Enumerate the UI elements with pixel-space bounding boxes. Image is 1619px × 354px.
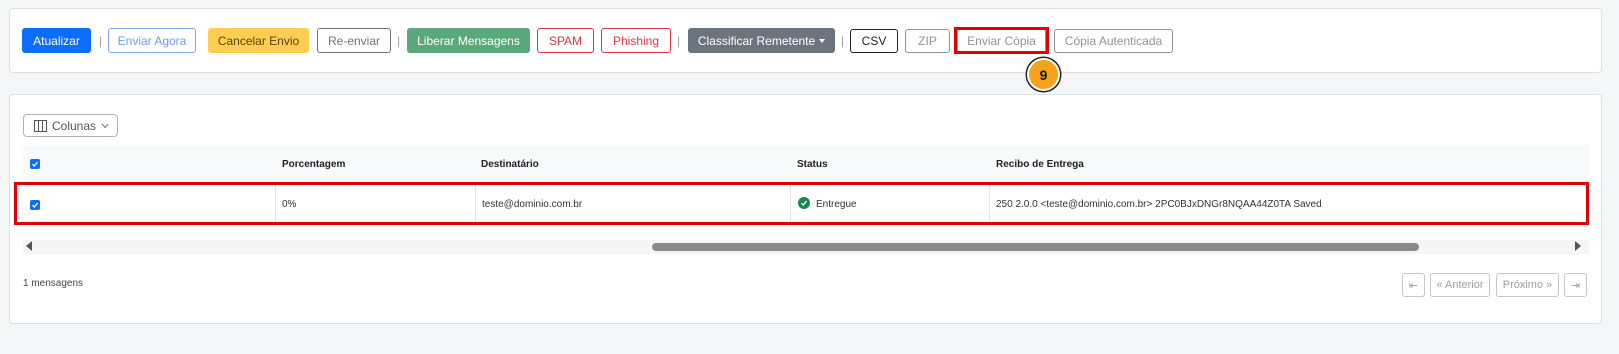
scroll-left-icon[interactable] (26, 241, 32, 251)
table-row[interactable]: 0% teste@dominio.com.br Entregue 250 2.0… (23, 185, 1589, 225)
next-page-button[interactable]: Próximo » (1496, 273, 1559, 297)
message-count: 1 mensagens (23, 278, 84, 289)
copia-autenticada-button[interactable]: Cópia Autenticada (1054, 29, 1173, 53)
select-all-checkbox[interactable] (30, 159, 40, 169)
separator: | (99, 34, 103, 48)
phishing-button[interactable]: Phishing (601, 28, 671, 53)
check-icon (32, 202, 39, 208)
column-divider (275, 185, 276, 225)
header-destinatario[interactable]: Destinatário (481, 159, 539, 170)
row-checkbox[interactable] (30, 200, 40, 210)
separator: | (677, 34, 681, 48)
columns-label: Colunas (52, 118, 97, 133)
header-status[interactable]: Status (797, 159, 828, 170)
cancelar-envio-button[interactable]: Cancelar Envio (208, 28, 309, 53)
re-enviar-button[interactable]: Re-enviar (317, 28, 391, 53)
step-number-badge: 9 (1027, 58, 1060, 91)
liberar-mensagens-button[interactable]: Liberar Mensagens (407, 28, 530, 53)
spam-button[interactable]: SPAM (537, 28, 594, 53)
column-divider (989, 185, 990, 225)
previous-page-button[interactable]: « Anterior (1430, 273, 1490, 297)
cell-porcentagem: 0% (282, 199, 297, 210)
table-header: Porcentagem Destinatário Status Recibo d… (23, 145, 1589, 183)
column-divider (475, 185, 476, 225)
status-ok-icon (798, 197, 810, 209)
cell-recibo: 250 2.0.0 <teste@dominio.com.br> 2PC0BJx… (996, 199, 1322, 210)
columns-icon (34, 119, 47, 132)
enviar-copia-button[interactable]: Enviar Cópia (957, 29, 1046, 53)
chevron-down-icon (101, 123, 109, 128)
classificar-remetente-label: Classificar Remetente (697, 33, 816, 48)
zip-button[interactable]: ZIP (905, 29, 950, 53)
column-divider (790, 185, 791, 225)
atualizar-button[interactable]: Atualizar (22, 28, 91, 53)
cell-status: Entregue (816, 199, 857, 210)
first-page-button[interactable]: ⇤ (1402, 273, 1425, 297)
scrollbar-thumb[interactable] (652, 243, 1419, 251)
classificar-remetente-dropdown[interactable]: Classificar Remetente (688, 28, 835, 53)
scroll-right-icon[interactable] (1575, 241, 1581, 251)
caret-down-icon (819, 38, 826, 43)
cell-destinatario: teste@dominio.com.br (482, 199, 583, 210)
separator: | (841, 34, 845, 48)
separator: | (397, 34, 401, 48)
check-icon (32, 161, 39, 167)
columns-toggle-button[interactable]: Colunas (23, 114, 118, 137)
last-page-button[interactable]: ⇥ (1564, 273, 1587, 297)
header-recibo-de-entrega[interactable]: Recibo de Entrega (996, 159, 1084, 170)
enviar-agora-button[interactable]: Enviar Agora (108, 28, 196, 53)
csv-button[interactable]: CSV (850, 29, 898, 53)
header-porcentagem[interactable]: Porcentagem (282, 159, 345, 170)
